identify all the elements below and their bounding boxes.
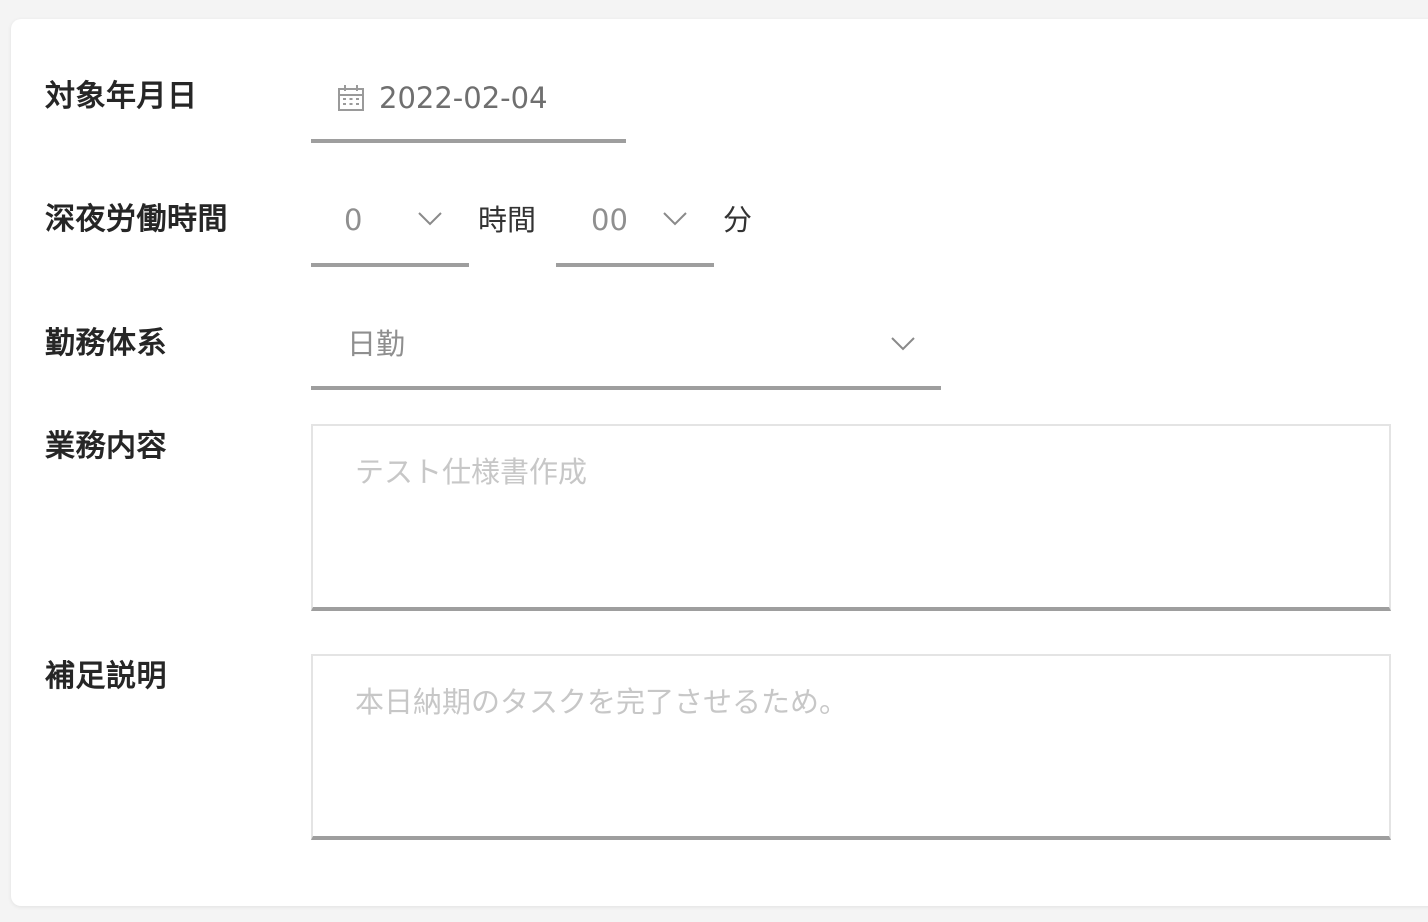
hours-select[interactable]: 0 [311,184,469,267]
work-system-select[interactable]: 日勤 [311,306,941,390]
minutes-unit: 分 [723,203,753,237]
date-value: 2022-02-04 [379,81,548,115]
work-content-textarea[interactable]: テスト仕様書作成 [311,424,1391,611]
notes-placeholder: 本日納期のタスクを完了させるため。 [355,685,849,719]
minutes-select[interactable]: 00 [556,184,714,267]
hours-unit: 時間 [478,203,537,237]
date-input[interactable]: 2022-02-04 [311,60,626,143]
minutes-value: 00 [591,203,628,237]
work-system-value: 日勤 [347,327,406,361]
chevron-down-icon [417,211,443,231]
chevron-down-icon [890,336,916,356]
work-system-label: 勤務体系 [45,326,167,361]
calendar-icon [337,84,365,116]
hours-value: 0 [344,203,363,237]
work-content-label: 業務内容 [45,429,167,464]
chevron-down-icon [662,211,688,231]
work-content-placeholder: テスト仕様書作成 [355,455,588,489]
notes-label: 補足説明 [45,659,167,694]
night-hours-label: 深夜労働時間 [45,202,228,237]
notes-textarea[interactable]: 本日納期のタスクを完了させるため。 [311,654,1391,840]
date-label: 対象年月日 [45,79,198,114]
